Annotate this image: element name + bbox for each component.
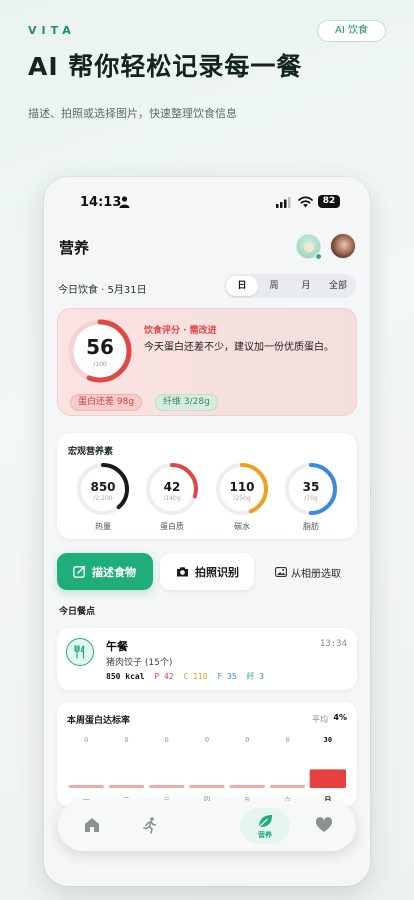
meal-food: 猪肉饺子 (15个) xyxy=(106,658,173,668)
tab-sleep[interactable] xyxy=(183,801,233,851)
status-time: 14:13 xyxy=(80,195,122,210)
describe-food-label: 描述食物 xyxy=(92,566,136,579)
home-icon xyxy=(85,818,99,832)
edit-icon xyxy=(73,565,86,578)
protein-gap-chip[interactable]: 蛋白还差 98g xyxy=(70,394,143,411)
protein-bar xyxy=(149,785,185,788)
meal-carbs: C 110 xyxy=(183,672,208,681)
protein-label: 蛋白质 xyxy=(160,522,184,531)
protein-bar xyxy=(309,769,346,788)
macros-title: 宏观营养素 xyxy=(68,447,114,457)
macros-card: 宏观营养素 850 /2,200 热量 42 /140g 蛋白质 110 /25… xyxy=(57,433,357,539)
protein-bar xyxy=(189,785,225,788)
meal-card-lunch[interactable]: 午餐 13:34 猪肉饺子 (15个) 850 kcal P 42 C 110 … xyxy=(57,628,357,690)
fat-label: 脂肪 xyxy=(303,522,319,531)
segment-month[interactable]: 月 xyxy=(290,276,322,296)
online-status-dot xyxy=(315,253,322,260)
battery-indicator: 82 xyxy=(318,195,340,208)
bar-value-label: 30 xyxy=(324,736,332,744)
calories-value: 850 xyxy=(90,480,116,494)
protein-value: 42 xyxy=(163,480,181,494)
meal-name: 午餐 xyxy=(106,640,128,653)
bar-value-label: 0 xyxy=(84,736,88,744)
calories-target: /2,200 xyxy=(93,495,113,502)
describe-food-button[interactable]: 描述食物 xyxy=(57,553,153,590)
run-icon xyxy=(143,817,157,834)
weekly-protein-card: 本周蛋白达标率 平均 4% 0 一 0 二 0 三 0 四 0 五 0 六 30 日 xyxy=(57,702,357,807)
carbs-label: 碳水 xyxy=(234,522,250,531)
period-segmented-control: 日 周 月 全部 xyxy=(224,274,356,298)
score-value: 56 xyxy=(86,335,114,359)
protein-bar xyxy=(68,785,104,788)
heart-icon xyxy=(315,817,333,832)
assistant-face xyxy=(304,243,314,252)
moon-icon xyxy=(202,819,214,831)
carbs-target: /250g xyxy=(233,495,251,502)
user-avatar[interactable] xyxy=(330,233,356,259)
photo-recognition-button[interactable]: 拍照识别 xyxy=(160,553,254,590)
diet-score-card[interactable]: 56 /100 饮食评分 · 需改进 今天蛋白还差不少，建议加一份优质蛋白。 蛋… xyxy=(57,308,357,416)
leaf-icon xyxy=(258,815,272,828)
tab-nutrition[interactable]: 营养 xyxy=(240,808,290,844)
bar-value-label: 0 xyxy=(205,736,209,744)
page-title: 营养 xyxy=(59,239,90,257)
meal-kcal: 850 kcal xyxy=(106,672,145,681)
tab-exercise[interactable] xyxy=(125,801,175,851)
fiber-chip[interactable]: 纤维 3/28g xyxy=(155,394,218,411)
date-label: 今日饮食 · 5月31日 xyxy=(58,285,147,296)
segment-all[interactable]: 全部 xyxy=(322,276,354,296)
bottom-tab-bar: 营养 xyxy=(58,801,356,851)
score-description: 今天蛋白还差不少，建议加一份优质蛋白。 xyxy=(144,342,334,353)
choose-from-album-button[interactable]: 从相册选取 xyxy=(272,553,358,590)
fat-target: /70g xyxy=(304,495,318,502)
bar-value-label: 0 xyxy=(124,736,128,744)
meal-fat: F 35 xyxy=(217,672,237,681)
segment-week[interactable]: 周 xyxy=(258,276,290,296)
meal-icon-wrap xyxy=(66,638,94,666)
person-icon xyxy=(119,196,130,208)
tab-health[interactable] xyxy=(299,801,349,851)
protein-bar xyxy=(108,785,145,788)
carbs-value: 110 xyxy=(229,480,255,494)
tab-nutrition-label: 营养 xyxy=(258,831,272,839)
weekly-protein-chart: 0一0二0三0四0五0六30日 xyxy=(68,736,346,804)
hero: VITA AI 饮食 AI 帮你轻松记录每一餐 描述、拍照或选择图片，快速整理饮… xyxy=(0,0,414,175)
image-icon xyxy=(275,567,287,577)
score-title: 饮食评分 · 需改进 xyxy=(144,326,217,336)
meal-protein: P 42 xyxy=(154,672,174,681)
photo-recognition-label: 拍照识别 xyxy=(195,566,239,579)
protein-bar xyxy=(269,785,306,788)
cellular-signal-icon xyxy=(276,197,291,208)
bar-value-label: 0 xyxy=(285,736,289,744)
meal-fiber: 纤 3 xyxy=(246,672,265,681)
fork-knife-icon xyxy=(74,645,85,659)
protein-bar xyxy=(229,785,265,788)
calories-label: 热量 xyxy=(95,522,111,531)
score-max: /100 xyxy=(93,361,107,368)
ai-diet-badge[interactable]: AI 饮食 xyxy=(317,20,386,42)
phone-frame: 14:13 82 营养 今日饮食 · 5月31日 日 周 月 全部 56 /10… xyxy=(44,177,370,886)
status-bar: 14:13 82 xyxy=(44,177,370,227)
wifi-icon xyxy=(298,196,313,208)
today-meals-heading: 今日餐点 xyxy=(59,607,96,617)
segment-day[interactable]: 日 xyxy=(226,276,258,296)
choose-from-album-label: 从相册选取 xyxy=(291,569,341,580)
brand-wordmark: VITA xyxy=(28,24,76,37)
fat-value: 35 xyxy=(302,480,320,494)
meal-time: 13:34 xyxy=(319,639,347,649)
camera-icon xyxy=(177,567,188,577)
ai-assistant-avatar[interactable] xyxy=(296,234,322,260)
hero-headline: AI 帮你轻松记录每一餐 xyxy=(28,52,303,81)
bar-value-label: 0 xyxy=(165,736,169,744)
hero-subline: 描述、拍照或选择图片，快速整理饮食信息 xyxy=(28,107,237,120)
tab-home[interactable] xyxy=(67,801,117,851)
protein-target: /140g xyxy=(163,495,181,502)
meal-nutrition-stats: 850 kcal P 42 C 110 F 35 纤 3 xyxy=(106,671,269,682)
bar-value-label: 0 xyxy=(245,736,249,744)
